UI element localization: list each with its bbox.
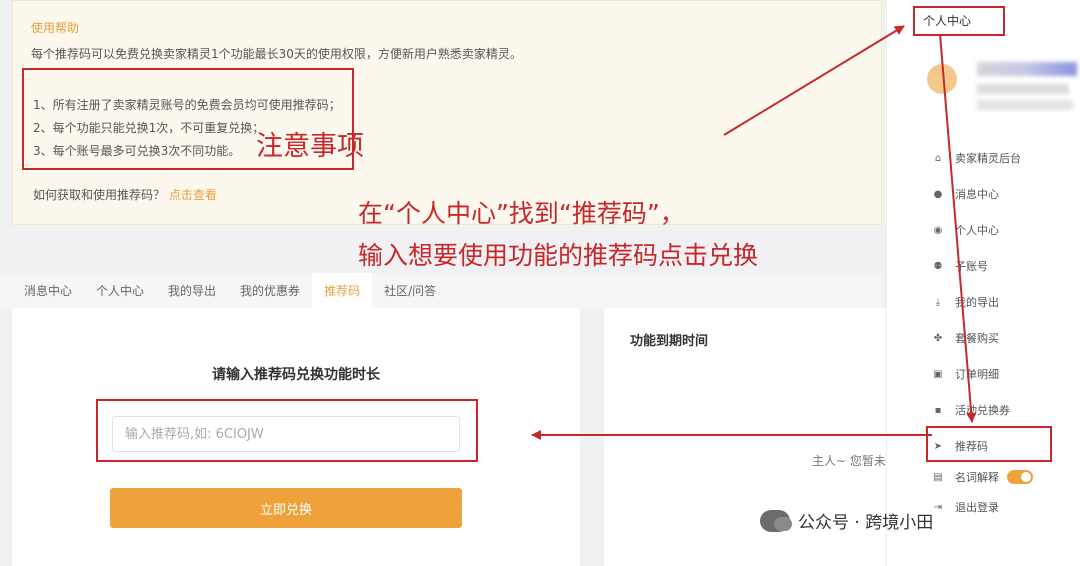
watermark-text: 公众号 · 跨境小田 bbox=[798, 513, 934, 533]
instruction-line-1: 在“个人中心”找到“推荐码”， bbox=[358, 199, 685, 228]
referral-highlight-box bbox=[926, 426, 1052, 462]
arrow-down-menu bbox=[939, 33, 977, 423]
instruction-line-2: 输入想要使用功能的推荐码点击兑换 bbox=[358, 241, 759, 270]
watermark: 公众号 · 跨境小田 bbox=[760, 508, 933, 533]
wechat-icon bbox=[760, 509, 792, 532]
notes-annotation: 注意事项 bbox=[256, 131, 364, 162]
profile-highlight-box bbox=[913, 6, 1005, 36]
input-highlight-box bbox=[96, 399, 478, 462]
arrow-to-profile bbox=[723, 25, 905, 136]
